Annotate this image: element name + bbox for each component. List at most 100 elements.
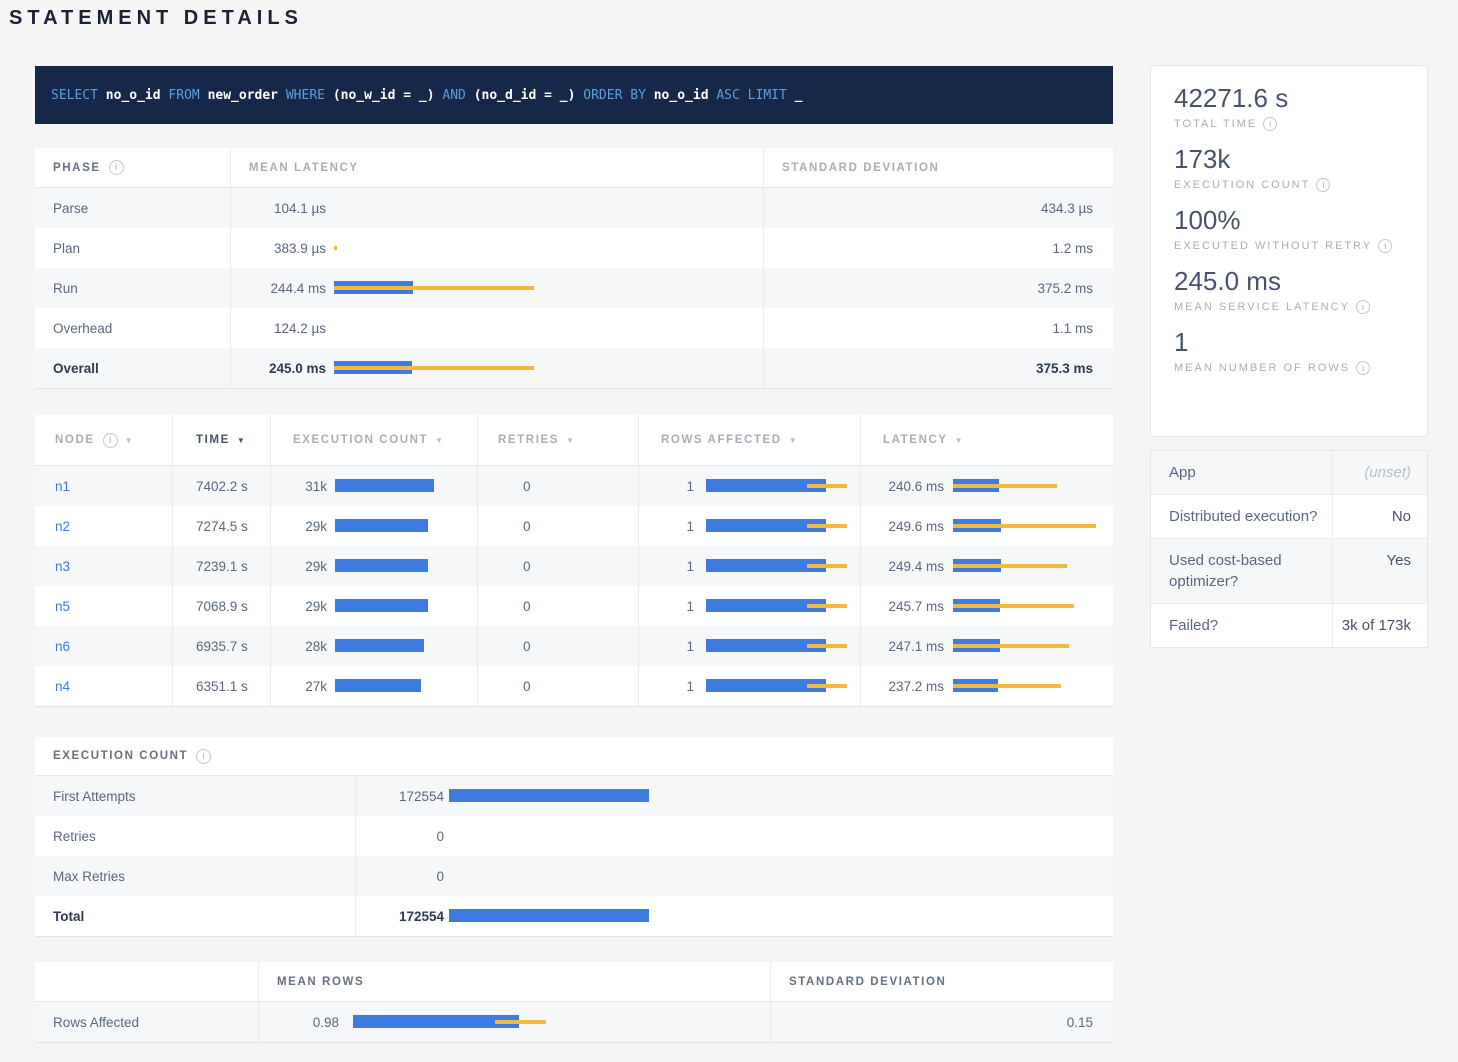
sort-arrow-icon[interactable]: [566, 436, 576, 445]
retries-column-header[interactable]: RETRIES: [477, 415, 638, 465]
info-icon[interactable]: [196, 749, 211, 764]
table-row: First Attempts 172554: [35, 776, 1113, 816]
info-icon[interactable]: [1356, 300, 1370, 314]
standard-deviation-column-header: STANDARD DEVIATION: [770, 962, 1113, 1001]
stat-value: 1: [1174, 327, 1427, 358]
info-icon[interactable]: [103, 433, 118, 448]
stddev-bar: [953, 684, 1061, 688]
summary-stats-card: 42271.6 s TOTAL TIME 173k EXECUTION COUN…: [1150, 65, 1428, 437]
execution-count-value: 29k: [271, 559, 327, 574]
count-bar: [335, 599, 428, 612]
stddev-bar: [807, 604, 847, 608]
table-row: Max Retries 0: [35, 856, 1113, 896]
mean-latency-cell: 104.1 µs: [230, 188, 763, 228]
stddev-value: 434.3 µs: [763, 188, 1113, 228]
info-icon[interactable]: [1316, 178, 1330, 192]
standard-deviation-column-header: STANDARD DEVIATION: [763, 148, 1113, 187]
detail-value: (unset): [1332, 451, 1427, 494]
rows-affected-bar: [706, 478, 847, 494]
count-bar: [449, 868, 654, 884]
retries-value: 0: [477, 626, 638, 666]
stddev-bar: [334, 286, 534, 290]
stat-label: TOTAL TIME: [1174, 117, 1427, 131]
table-row: Run 244.4 ms 375.2 ms: [35, 268, 1113, 308]
rows-affected-bar: [706, 558, 847, 574]
detail-value: 3k of 173k: [1332, 604, 1427, 647]
empty-header-cell: [35, 962, 258, 1001]
phase-name: Plan: [35, 228, 230, 268]
sort-arrow-icon[interactable]: [435, 436, 445, 445]
count-bar: [335, 639, 424, 652]
execution-count-value: 31k: [271, 479, 327, 494]
latency-column-header[interactable]: LATENCY: [860, 415, 1113, 465]
mean-rows-cell: 0.98: [258, 1002, 770, 1042]
node-link[interactable]: n5: [55, 599, 70, 614]
execution-count-bar: [335, 598, 445, 614]
table-row: n2 7274.5 s 29k 0 1 249.6 ms: [35, 506, 1113, 546]
latency-value: 249.4 ms: [861, 559, 944, 574]
count-bar: [335, 519, 428, 532]
node-column-header[interactable]: NODE: [35, 415, 172, 465]
execution-count-value: 27k: [271, 679, 327, 694]
page-title: STATEMENT DETAILS: [9, 7, 303, 30]
time-value: 6935.7 s: [172, 626, 270, 666]
count-cell: 0: [355, 816, 1113, 856]
sort-arrow-icon[interactable]: [955, 436, 965, 445]
detail-label: Used cost-based optimizer?: [1151, 539, 1332, 603]
count-cell: 172554: [355, 776, 1113, 816]
info-icon[interactable]: [1356, 361, 1370, 375]
mean-rows-value: 0.98: [259, 1015, 339, 1030]
latency-bar: [953, 558, 1103, 574]
mean-latency-header-label: MEAN LATENCY: [249, 162, 359, 174]
detail-value: Yes: [1332, 539, 1427, 603]
phase-name: Overall: [35, 348, 230, 388]
time-column-header[interactable]: TIME: [172, 415, 270, 465]
rows-affected-cell: 1: [638, 466, 860, 506]
count-bar: [335, 479, 434, 492]
count-bar: [449, 828, 654, 844]
rows-affected-column-header[interactable]: ROWS AFFECTED: [638, 415, 860, 465]
info-icon[interactable]: [1378, 239, 1392, 253]
table-row: n3 7239.1 s 29k 0 1 249.4 ms: [35, 546, 1113, 586]
retries-value: 0: [477, 506, 638, 546]
table-header-row: EXECUTION COUNT: [35, 737, 1113, 776]
mean-latency-value: 383.9 µs: [231, 241, 326, 256]
info-icon[interactable]: [109, 160, 124, 175]
sql-identifier: new_order: [208, 88, 278, 103]
stddev-bar: [334, 366, 534, 370]
rows-affected-value: 1: [639, 559, 694, 574]
retries-value: 0: [477, 546, 638, 586]
stddev-bar: [953, 484, 1057, 488]
latency-value: 237.2 ms: [861, 679, 944, 694]
execution-count-value: 29k: [271, 519, 327, 534]
rows-affected-bar: [706, 518, 847, 534]
sql-identifier: (no_d_id = _): [474, 88, 576, 103]
node-link[interactable]: n6: [55, 639, 70, 654]
sql-keyword: ORDER BY: [575, 88, 653, 103]
execution-count-column-header[interactable]: EXECUTION COUNT: [270, 415, 477, 465]
node-link[interactable]: n1: [55, 479, 70, 494]
sql-keyword: FROM: [161, 88, 208, 103]
execution-count-cell: 29k: [270, 586, 477, 626]
execution-count-bar: [335, 518, 445, 534]
rows-affected-cell: 1: [638, 626, 860, 666]
stat-value: 173k: [1174, 144, 1427, 175]
execution-count-bar: [335, 638, 445, 654]
sort-arrow-icon[interactable]: [237, 436, 247, 445]
stddev-bar: [953, 644, 1069, 648]
sort-arrow-icon[interactable]: [789, 436, 799, 445]
latency-value: 240.6 ms: [861, 479, 944, 494]
phase-name: Parse: [35, 188, 230, 228]
node-link[interactable]: n2: [55, 519, 70, 534]
info-icon[interactable]: [1263, 117, 1277, 131]
node-link[interactable]: n3: [55, 559, 70, 574]
time-value: 7402.2 s: [172, 466, 270, 506]
node-link[interactable]: n4: [55, 679, 70, 694]
sql-keyword: WHERE: [278, 88, 333, 103]
stddev-bar: [807, 684, 847, 688]
sort-arrow-icon[interactable]: [125, 436, 135, 445]
stat-mean-service-latency: 245.0 ms MEAN SERVICE LATENCY: [1174, 266, 1427, 314]
latency-cell: 245.7 ms: [860, 586, 1113, 626]
stat-label: EXECUTED WITHOUT RETRY: [1174, 239, 1427, 253]
stddev-bar: [807, 564, 847, 568]
